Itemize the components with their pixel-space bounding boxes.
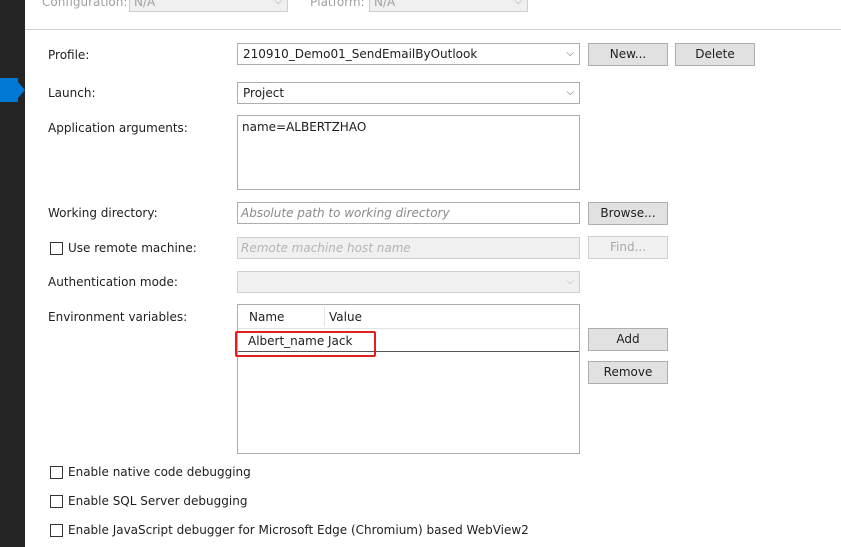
profile-value: 210910_Demo01_SendEmailByOutlook (243, 47, 478, 61)
remove-env-var-button[interactable]: Remove (588, 361, 668, 384)
app-args-textarea[interactable]: name=ALBERTZHAO (237, 115, 580, 190)
chevron-down-icon: ⌵ (566, 87, 574, 98)
working-dir-input[interactable]: Absolute path to working directory (237, 202, 580, 224)
javascript-debugging-row[interactable]: Enable JavaScript debugger for Microsoft… (50, 523, 529, 539)
chevron-down-icon: ⌵ (566, 48, 574, 59)
use-remote-label: Use remote machine: (68, 241, 197, 255)
column-header-value[interactable]: Value (325, 305, 362, 329)
launch-value: Project (243, 86, 285, 100)
chevron-down-icon: ⌵ (566, 276, 574, 287)
env-vars-label: Environment variables: (48, 310, 188, 324)
javascript-debugging-label: Enable JavaScript debugger for Microsoft… (68, 523, 529, 537)
env-var-value-cell[interactable]: Jack (324, 330, 352, 352)
platform-label: Platform: (310, 0, 365, 9)
column-header-name[interactable]: Name (245, 305, 284, 329)
find-button: Find... (588, 236, 668, 259)
use-remote-checkbox-row[interactable]: Use remote machine: (50, 241, 235, 257)
configuration-select[interactable]: N/A ⌵ (129, 0, 288, 12)
configuration-value: N/A (134, 0, 156, 9)
native-debugging-checkbox[interactable] (50, 466, 63, 479)
table-row[interactable]: Albert_name Jack (238, 330, 579, 352)
auth-mode-select: ⌵ (237, 271, 580, 293)
native-debugging-row[interactable]: Enable native code debugging (50, 465, 251, 481)
sql-debugging-row[interactable]: Enable SQL Server debugging (50, 494, 247, 510)
launch-label: Launch: (48, 86, 96, 100)
platform-value: N/A (374, 0, 396, 9)
working-dir-placeholder: Absolute path to working directory (241, 206, 450, 220)
native-debugging-label: Enable native code debugging (68, 465, 251, 479)
remote-host-input: Remote machine host name (237, 237, 580, 259)
app-args-label: Application arguments: (48, 121, 188, 135)
profile-select[interactable]: 210910_Demo01_SendEmailByOutlook ⌵ (237, 43, 580, 65)
env-vars-header: Name Value (238, 305, 579, 329)
configuration-row: Configuration: N/A ⌵ Platform: N/A ⌵ (25, 0, 841, 14)
working-dir-label: Working directory: (48, 206, 158, 220)
launch-select[interactable]: Project ⌵ (237, 82, 580, 104)
browse-button[interactable]: Browse... (588, 202, 668, 225)
use-remote-checkbox[interactable] (50, 242, 63, 255)
section-divider (25, 29, 841, 30)
sql-debugging-label: Enable SQL Server debugging (68, 494, 248, 508)
delete-profile-button[interactable]: Delete (675, 43, 755, 66)
app-args-value: name=ALBERTZHAO (242, 120, 367, 134)
javascript-debugging-checkbox[interactable] (50, 524, 63, 537)
add-env-var-button[interactable]: Add (588, 328, 668, 351)
platform-select[interactable]: N/A ⌵ (369, 0, 528, 12)
selected-tab-marker (0, 78, 25, 102)
profile-label: Profile: (48, 48, 90, 62)
env-var-name-cell[interactable]: Albert_name (244, 330, 324, 352)
configuration-label: Configuration: (42, 0, 128, 9)
chevron-down-icon: ⌵ (274, 0, 282, 7)
sql-debugging-checkbox[interactable] (50, 495, 63, 508)
auth-mode-label: Authentication mode: (48, 275, 178, 289)
new-profile-button[interactable]: New... (588, 43, 668, 66)
env-vars-grid[interactable]: Name Value Albert_name Jack (237, 304, 580, 454)
chevron-down-icon: ⌵ (514, 0, 522, 7)
remote-host-placeholder: Remote machine host name (241, 241, 411, 255)
left-sidebar (0, 0, 25, 547)
